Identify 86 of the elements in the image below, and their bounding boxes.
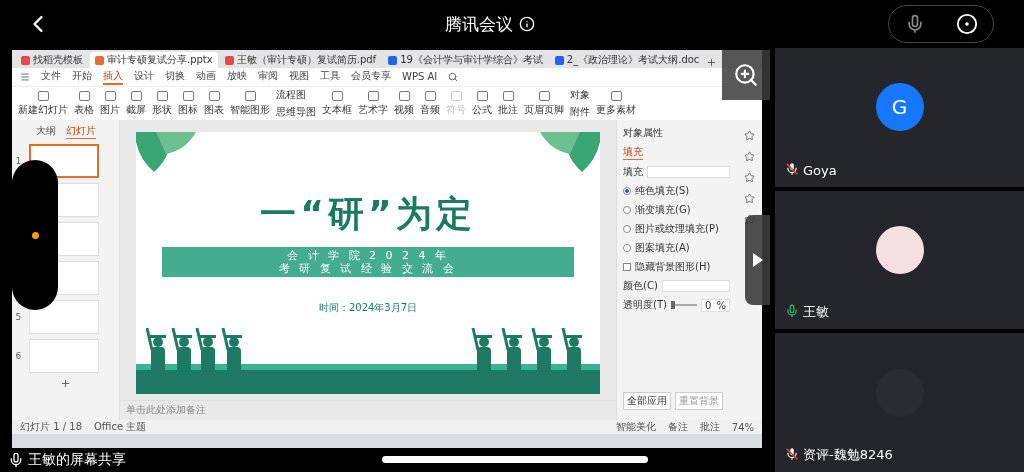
slide-count: 幻灯片 1 / 18	[20, 420, 82, 434]
radio-option[interactable]: 纯色填充(S)	[623, 184, 730, 198]
microphone-icon	[785, 303, 799, 318]
participant-name: Goya	[803, 162, 837, 178]
ribbon-button[interactable]: 页眉页脚	[524, 90, 564, 117]
ribbon-button[interactable]: 更多素材	[596, 90, 636, 117]
ribbon-button[interactable]: 图表	[204, 90, 224, 117]
color-dropdown[interactable]	[661, 280, 730, 292]
menu-tab[interactable]: 会员专享	[351, 69, 391, 85]
radio-option[interactable]: 图片或纹理填充(P)	[623, 222, 730, 236]
radio-option[interactable]: 图案填充(A)	[623, 241, 730, 255]
expand-button[interactable]	[745, 215, 770, 305]
color-label: 颜色(C)	[623, 279, 658, 293]
status-button[interactable]: 批注	[699, 420, 720, 434]
avatar: G	[875, 83, 924, 132]
menu-tab[interactable]: 工具	[320, 69, 340, 85]
leaves-drawing	[540, 132, 600, 172]
ribbon-button[interactable]: 图片	[100, 90, 120, 117]
ribbon-button[interactable]: 视频	[394, 90, 414, 117]
pane-tab[interactable]: 幻灯片	[65, 124, 96, 139]
panel-button[interactable]: 全部应用	[623, 392, 671, 410]
record-icon[interactable]	[955, 13, 978, 35]
checkbox-option[interactable]: 隐藏背景图形(H)	[623, 260, 730, 274]
ribbon-button[interactable]: 对象	[570, 88, 590, 102]
muted-microphone-icon	[785, 161, 799, 176]
slide-number: 5	[15, 312, 23, 322]
menu-tab[interactable]: 视图	[289, 69, 309, 85]
ribbon-button[interactable]: 公式	[472, 90, 492, 117]
document-tab[interactable]: 19《会计学与审计学综合》考试	[383, 52, 548, 68]
ribbon-button[interactable]: 新建幻灯片	[18, 90, 68, 117]
microphone-icon	[8, 452, 24, 468]
participant-name: 王敏	[803, 303, 829, 322]
subtitle-line: 会 计 学 院 2 0 2 4 年	[287, 249, 449, 262]
zoom-button[interactable]	[722, 50, 770, 100]
status-button[interactable]: 备注	[667, 420, 688, 434]
menu-tab[interactable]: WPS AI	[402, 70, 438, 84]
theme-label: Office 主题	[94, 420, 147, 434]
ribbon-button[interactable]: 艺术字	[358, 90, 388, 117]
participant-name: 资评-魏勉8246	[803, 446, 893, 464]
status-button[interactable]: 智能美化	[615, 420, 656, 434]
share-banner-label: 王敏的屏幕共享	[28, 451, 126, 469]
add-slide-icon[interactable]	[60, 378, 71, 389]
status-dot	[31, 231, 39, 239]
ribbon-button[interactable]: 图标	[178, 90, 198, 117]
search-icon[interactable]	[448, 72, 459, 82]
muted-microphone-icon	[785, 446, 799, 461]
ribbon-button[interactable]: 附件	[570, 105, 590, 119]
ribbon-button[interactable]: 批注	[498, 90, 518, 117]
ribbon-button[interactable]: 截屏	[126, 90, 146, 117]
menu-tab[interactable]: 设计	[134, 69, 154, 85]
menu-tab[interactable]: 放映	[227, 69, 247, 85]
slide-number: 6	[15, 351, 23, 361]
opacity-field[interactable]: 0 %	[700, 298, 730, 312]
radio-option[interactable]: 渐变填充(G)	[623, 203, 730, 217]
section-label: 填充	[623, 165, 643, 179]
ribbon-button[interactable]: 智能图形	[230, 90, 270, 117]
leaves-drawing	[136, 132, 196, 172]
meeting-title: 腾讯会议	[445, 12, 513, 36]
document-tab[interactable]: 找稻壳模板	[16, 52, 88, 68]
panel-tab[interactable]: 填充	[623, 145, 643, 160]
slide-title: 一“研”为定	[260, 192, 476, 236]
menu-tab[interactable]: 文件	[41, 69, 61, 85]
subtitle-line: 考 研 复 试 经 验 交 流 会	[279, 262, 457, 275]
ribbon-button[interactable]: 思维导图	[276, 105, 316, 119]
document-tab[interactable]: 2_《政治理论》考试大纲.doc	[549, 52, 705, 68]
opacity-label: 透明度(T)	[623, 298, 667, 312]
slide-date: 时间：2024年3月7日	[318, 301, 418, 315]
document-tab[interactable]: 王敏（审计专硕）复试简历.pdf	[219, 52, 382, 68]
slide-number: 1	[15, 156, 23, 166]
add-tab-icon[interactable]	[706, 57, 718, 68]
zoom-in-icon	[733, 62, 759, 88]
play-triangle-icon	[752, 253, 763, 267]
zoom-level: 74%	[731, 421, 754, 433]
menu-tab[interactable]: 动画	[196, 69, 216, 85]
document-tab[interactable]: 审计专硕复试分享.pptx	[90, 52, 218, 68]
pane-tab[interactable]: 大纲	[35, 124, 56, 139]
ribbon-button[interactable]: 流程图	[276, 88, 316, 102]
menu-tab[interactable]: 审阅	[258, 69, 278, 85]
panel-title: 对象属性	[623, 126, 663, 140]
ribbon-button[interactable]: 表格	[74, 90, 94, 117]
menu-tab[interactable]: 切换	[165, 69, 185, 85]
menu-tab[interactable]: 开始	[72, 69, 92, 85]
ribbon-button[interactable]: 形状	[152, 90, 172, 117]
ribbon-button[interactable]: 文本框	[322, 90, 352, 117]
ribbon-button[interactable]: 音频	[420, 90, 440, 117]
info-icon[interactable]	[519, 16, 535, 32]
